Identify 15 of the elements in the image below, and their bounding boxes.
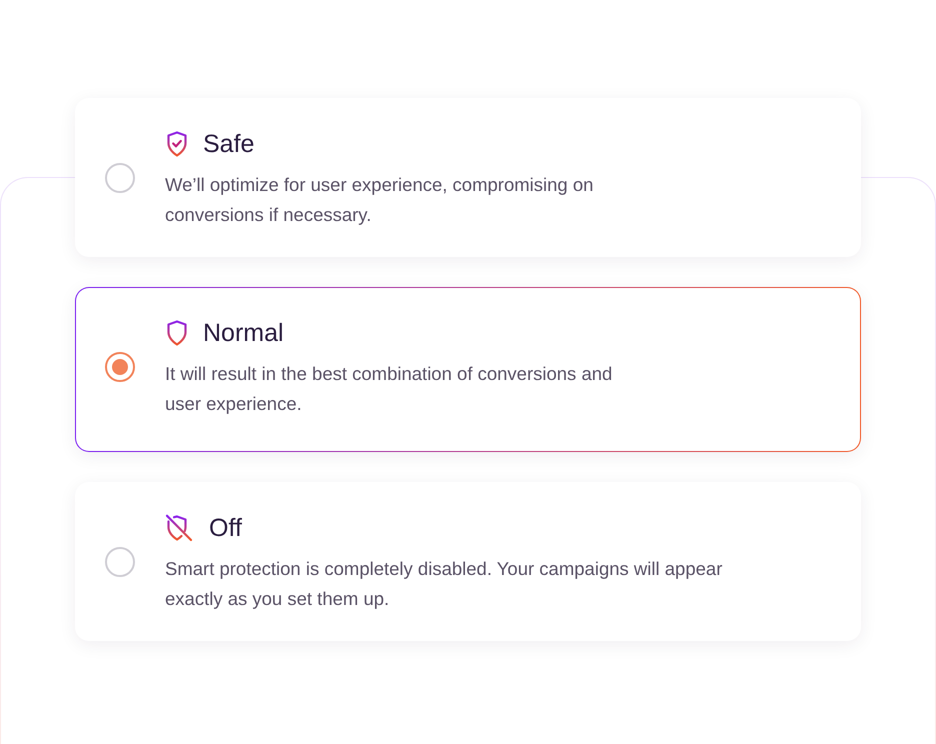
option-card[interactable]: Normal It will result in the best combination of conversions and user experience. [75,287,861,452]
option-card[interactable]: Safe We’ll optimize for user experience, compromising on conversions if necessary. [75,98,861,257]
shield-icon [165,319,189,347]
option-description: Smart protection is completely disabled. Your campaigns will appear exactly as you set them up. [165,557,722,611]
radio-button[interactable] [105,163,135,193]
option-card[interactable]: Off Smart protection is completely disabled. Your campaigns will appear exactly as you set them up. [75,482,861,641]
shield-slash-icon [165,514,195,542]
radio-button[interactable] [105,352,135,382]
option-description: We’ll optimize for user experience, compromising on conversions if necessary. [165,173,594,227]
shield-check-icon [165,130,189,158]
option-title: Safe [203,129,254,160]
option-title: Normal [203,318,284,349]
option-title: Off [209,513,242,544]
radio-button[interactable] [105,547,135,577]
option-description: It will result in the best combination of conversions and user experience. [165,362,612,416]
